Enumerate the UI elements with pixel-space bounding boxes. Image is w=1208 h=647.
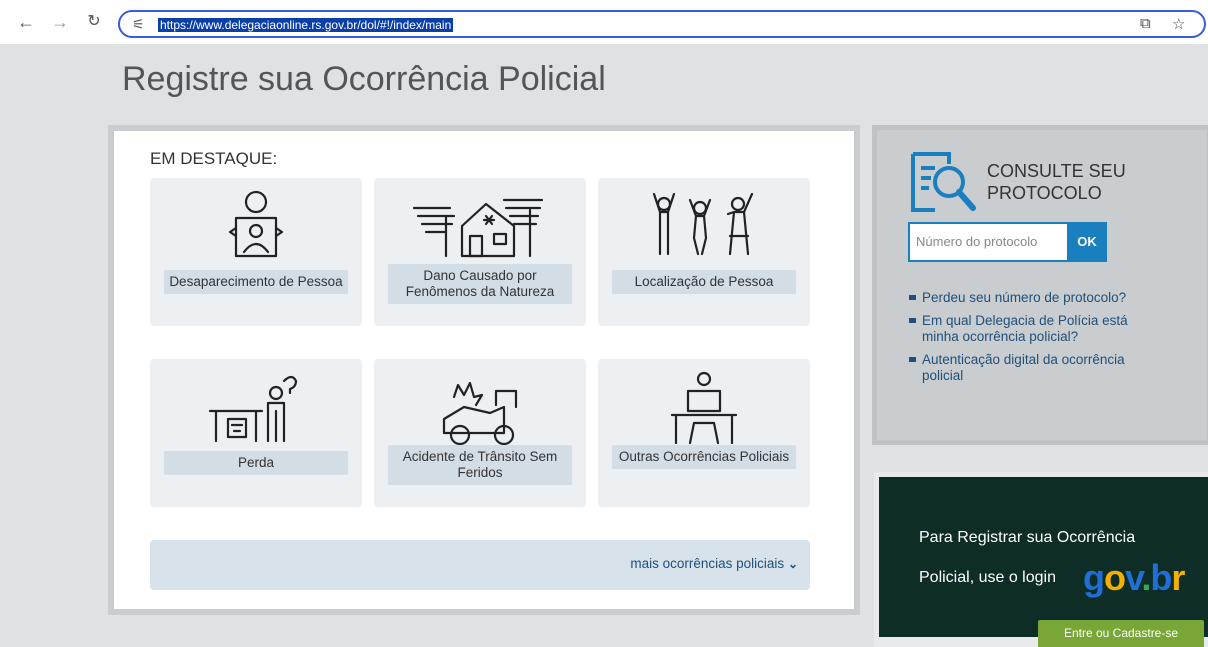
tile-outras[interactable]: Outras Ocorrências Policiais	[598, 359, 810, 507]
link-lost-protocol[interactable]: Perdeu seu número de protocolo?	[908, 290, 1168, 306]
install-app-icon[interactable]: ⧉	[1140, 15, 1151, 32]
back-arrow-icon[interactable]: ←	[14, 10, 38, 34]
protocol-card: CONSULTE SEU PROTOCOLO Número do protoco…	[872, 125, 1208, 445]
missing-person-icon	[228, 190, 284, 258]
more-occurrences-link[interactable]: mais ocorrências policiais ⌄	[630, 556, 798, 571]
tile-label: Outras Ocorrências Policiais	[612, 445, 796, 469]
govbr-logo: gov.br	[1083, 557, 1185, 598]
site-settings-icon[interactable]: ⚟	[132, 16, 145, 33]
link-digital-auth[interactable]: Autenticação digital da ocorrência polic…	[908, 352, 1168, 384]
url-text[interactable]: https://www.delegaciaonline.rs.gov.br/do…	[158, 18, 454, 32]
page-title: Registre sua Ocorrência Policial	[122, 60, 606, 98]
tile-label: Desaparecimento de Pessoa	[164, 270, 348, 294]
govbr-text-line1: Para Registrar sua Ocorrência	[919, 529, 1136, 546]
address-bar[interactable]: ⚟ https://www.delegaciaonline.rs.gov.br/…	[118, 10, 1206, 38]
tile-label: Acidente de Trânsito Sem Feridos	[388, 445, 572, 485]
govbr-login-panel: Para Registrar sua Ocorrência Policial, …	[874, 472, 1208, 647]
tile-desaparecimento[interactable]: Desaparecimento de Pessoa	[150, 178, 362, 326]
reload-icon[interactable]: ↻	[82, 10, 106, 34]
link-which-station[interactable]: Em qual Delegacia de Polícia está minha …	[908, 313, 1168, 345]
tile-label: Localização de Pessoa	[612, 270, 796, 294]
more-occurrences-bar[interactable]: mais ocorrências policiais ⌄	[150, 540, 810, 590]
tile-perda[interactable]: Perda	[150, 359, 362, 507]
person-at-desk-icon	[670, 371, 738, 445]
highlights-card: EM DESTAQUE: Desaparecimento de Pessoa D…	[108, 125, 860, 615]
govbr-text-line2: Policial, use o login	[919, 569, 1056, 586]
highlights-heading: EM DESTAQUE:	[150, 149, 278, 168]
bookmark-star-icon[interactable]: ☆	[1172, 15, 1185, 33]
more-occurrences-label: mais ocorrências policiais	[630, 556, 785, 571]
storm-house-icon	[412, 198, 544, 258]
forward-arrow-icon[interactable]: →	[48, 10, 72, 34]
login-register-button[interactable]: Entre ou Cadastre-se	[1038, 620, 1204, 647]
people-group-icon	[652, 192, 754, 256]
ok-button[interactable]: OK	[1067, 222, 1107, 262]
protocol-title: CONSULTE SEU PROTOCOLO	[987, 161, 1126, 203]
chevron-down-icon: ⌄	[787, 557, 798, 571]
tile-label: Dano Causado por Fenômenos da Natureza	[388, 264, 572, 304]
tile-dano-natureza[interactable]: Dano Causado por Fenômenos da Natureza	[374, 178, 586, 326]
lost-item-icon	[208, 375, 298, 443]
tile-acidente[interactable]: Acidente de Trânsito Sem Feridos	[374, 359, 586, 507]
search-document-icon	[911, 152, 976, 212]
govbr-banner: Para Registrar sua Ocorrência Policial, …	[879, 477, 1208, 637]
protocol-links: Perdeu seu número de protocolo? Em qual …	[908, 290, 1168, 391]
protocol-placeholder: Número do protocolo	[916, 234, 1038, 249]
browser-toolbar: ← → ↻ ⚟ https://www.delegaciaonline.rs.g…	[0, 0, 1208, 44]
tile-label: Perda	[164, 451, 348, 475]
car-crash-icon	[442, 381, 518, 446]
tile-localizacao[interactable]: Localização de Pessoa	[598, 178, 810, 326]
